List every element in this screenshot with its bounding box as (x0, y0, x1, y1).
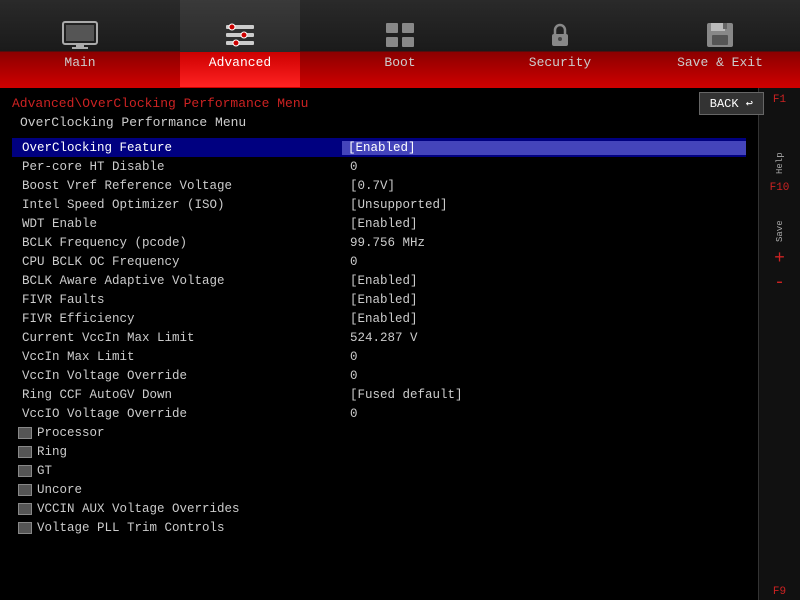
menu-item-value: [Enabled] (342, 274, 746, 288)
nav-save-exit[interactable]: Save & Exit (660, 0, 780, 87)
monitor-icon (62, 21, 98, 49)
menu-item-label: WDT Enable (12, 217, 342, 231)
menu-row[interactable]: Uncore (12, 480, 746, 499)
main-content: Advanced\OverClocking Performance Menu O… (0, 88, 758, 600)
nav-main[interactable]: Main (20, 0, 140, 87)
lock-icon (542, 21, 578, 49)
menu-item-value: [Unsupported] (342, 198, 746, 212)
nav-main-label: Main (64, 55, 95, 74)
menu-row[interactable]: BCLK Aware Adaptive Voltage[Enabled] (12, 271, 746, 290)
f1-label: F1 (773, 94, 786, 106)
menu-item-value: 99.756 MHz (342, 236, 746, 250)
menu-row[interactable]: Boost Vref Reference Voltage[0.7V] (12, 176, 746, 195)
help-label: Help (775, 114, 785, 174)
save-icon (702, 21, 738, 49)
menu-item-value: [Enabled] (342, 217, 746, 231)
submenu-icon (18, 446, 32, 458)
menu-row[interactable]: OverClocking Feature[Enabled] (12, 138, 746, 157)
menu-row[interactable]: Processor (12, 423, 746, 442)
menu-item-label: Uncore (12, 483, 342, 497)
menu-item-value: 0 (342, 407, 746, 421)
menu-list: OverClocking Feature[Enabled]Per-core HT… (12, 138, 746, 537)
menu-row[interactable]: VccIn Max Limit0 (12, 347, 746, 366)
submenu-icon (18, 427, 32, 439)
menu-item-value: 0 (342, 255, 746, 269)
menu-item-value: [0.7V] (342, 179, 746, 193)
menu-item-value: [Enabled] (342, 293, 746, 307)
menu-row[interactable]: VccIn Voltage Override0 (12, 366, 746, 385)
menu-row[interactable]: Intel Speed Optimizer (ISO)[Unsupported] (12, 195, 746, 214)
menu-item-label: GT (12, 464, 342, 478)
menu-row[interactable]: Current VccIn Max Limit524.287 V (12, 328, 746, 347)
submenu-icon (18, 484, 32, 496)
f9-label: F9 (773, 586, 786, 598)
submenu-icon (18, 503, 32, 515)
menu-item-label: FIVR Efficiency (12, 312, 342, 326)
menu-row[interactable]: FIVR Faults[Enabled] (12, 290, 746, 309)
right-sidebar: F1 Help F10 Save + - F9 (758, 88, 800, 600)
menu-item-value: [Enabled] (342, 141, 746, 155)
boot-icon (382, 21, 418, 49)
submenu-icon (18, 522, 32, 534)
menu-item-label: Boost Vref Reference Voltage (12, 179, 342, 193)
menu-item-label: VccIn Voltage Override (12, 369, 342, 383)
menu-item-label: VCCIN AUX Voltage Overrides (12, 502, 342, 516)
nav-boot-label: Boot (384, 55, 415, 74)
nav-security[interactable]: Security (500, 0, 620, 87)
menu-item-label: Ring CCF AutoGV Down (12, 388, 342, 402)
content-area: Advanced\OverClocking Performance Menu O… (0, 88, 800, 600)
menu-row[interactable]: Per-core HT Disable0 (12, 157, 746, 176)
menu-row[interactable]: Ring (12, 442, 746, 461)
menu-row[interactable]: Ring CCF AutoGV Down[Fused default] (12, 385, 746, 404)
menu-row[interactable]: VccIO Voltage Override0 (12, 404, 746, 423)
menu-item-label: FIVR Faults (12, 293, 342, 307)
nav-save-exit-label: Save & Exit (677, 55, 763, 74)
menu-item-label: OverClocking Feature (12, 141, 342, 155)
menu-row[interactable]: BCLK Frequency (pcode)99.756 MHz (12, 233, 746, 252)
menu-item-label: VccIO Voltage Override (12, 407, 342, 421)
menu-row[interactable]: FIVR Efficiency[Enabled] (12, 309, 746, 328)
top-navigation: Main Advanced Boot (0, 0, 800, 88)
menu-item-label: CPU BCLK OC Frequency (12, 255, 342, 269)
menu-item-label: Per-core HT Disable (12, 160, 342, 174)
menu-item-value: [Enabled] (342, 312, 746, 326)
menu-item-value: 524.287 V (342, 331, 746, 345)
page-title: OverClocking Performance Menu (20, 115, 746, 130)
nav-advanced-label: Advanced (209, 55, 271, 74)
nav-advanced[interactable]: Advanced (180, 0, 300, 87)
menu-row[interactable]: WDT Enable[Enabled] (12, 214, 746, 233)
nav-boot[interactable]: Boot (340, 0, 460, 87)
menu-row[interactable]: CPU BCLK OC Frequency0 (12, 252, 746, 271)
nav-security-label: Security (529, 55, 591, 74)
f10-label: F10 (770, 182, 790, 194)
menu-item-label: Ring (12, 445, 342, 459)
menu-item-label: Voltage PLL Trim Controls (12, 521, 342, 535)
menu-item-value: 0 (342, 369, 746, 383)
menu-row[interactable]: GT (12, 461, 746, 480)
menu-item-label: BCLK Frequency (pcode) (12, 236, 342, 250)
menu-item-value: 0 (342, 160, 746, 174)
menu-item-value: 0 (342, 350, 746, 364)
menu-item-label: Current VccIn Max Limit (12, 331, 342, 345)
menu-item-label: Processor (12, 426, 342, 440)
menu-item-label: BCLK Aware Adaptive Voltage (12, 274, 342, 288)
menu-row[interactable]: Voltage PLL Trim Controls (12, 518, 746, 537)
menu-item-value: [Fused default] (342, 388, 746, 402)
back-button[interactable]: BACK ↩ (699, 92, 764, 115)
advanced-icon (222, 21, 258, 49)
menu-item-label: Intel Speed Optimizer (ISO) (12, 198, 342, 212)
menu-item-label: VccIn Max Limit (12, 350, 342, 364)
submenu-icon (18, 465, 32, 477)
menu-row[interactable]: VCCIN AUX Voltage Overrides (12, 499, 746, 518)
breadcrumb: Advanced\OverClocking Performance Menu (12, 96, 746, 111)
minus-button[interactable]: - (774, 274, 785, 292)
save-label-sidebar: Save (775, 202, 785, 242)
plus-button[interactable]: + (774, 250, 785, 268)
